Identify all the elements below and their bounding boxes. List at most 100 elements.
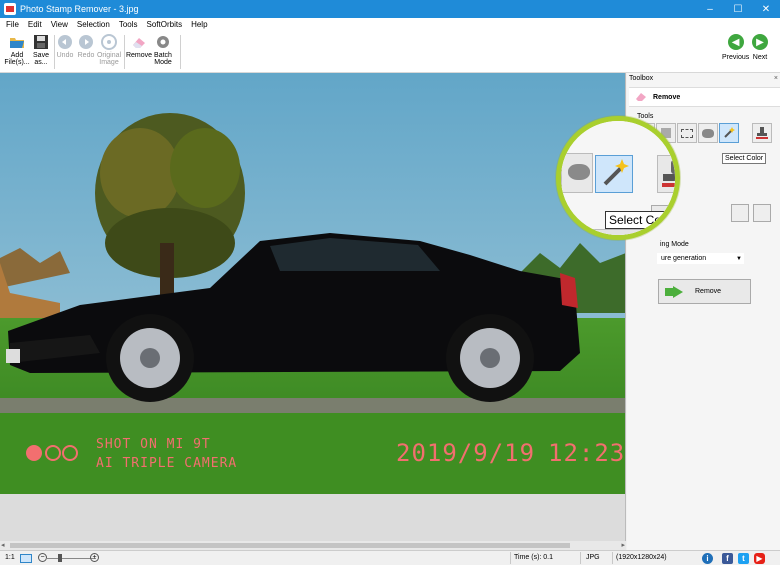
original-image-label: Original Image bbox=[96, 52, 122, 66]
remove-section-header[interactable]: Remove bbox=[629, 87, 780, 107]
rectangle-icon bbox=[681, 128, 693, 138]
photo-scene bbox=[0, 73, 625, 494]
toolbar-separator bbox=[124, 35, 125, 69]
remove-section-label: Remove bbox=[653, 93, 681, 101]
magnifier-callout: 0 Select Color bbox=[556, 116, 680, 240]
app-window: Photo Stamp Remover - 3.jpg – ☐ ✕ File E… bbox=[0, 0, 780, 565]
save-selection-button[interactable] bbox=[731, 204, 749, 222]
magnified-tooltip: Select Color bbox=[605, 211, 675, 229]
stamp-icon bbox=[756, 127, 768, 139]
save-as-button[interactable]: Save as... bbox=[28, 34, 54, 66]
previous-label: Previous bbox=[722, 54, 750, 61]
image-canvas[interactable]: SHOT ON MI 9T AI TRIPLE CAMERA 2019/9/19… bbox=[0, 73, 626, 550]
save-as-label: Save as... bbox=[33, 52, 49, 66]
toolbox-header: Toolbox × bbox=[627, 73, 780, 85]
menu-softorbits[interactable]: SoftOrbits bbox=[147, 20, 183, 29]
zoom-in-icon[interactable]: + bbox=[90, 553, 99, 562]
title-bar: Photo Stamp Remover - 3.jpg – ☐ ✕ bbox=[0, 0, 780, 18]
toolbar: Add File(s)... Save as... Undo Redo Orig… bbox=[0, 31, 780, 73]
window-title: Photo Stamp Remover - 3.jpg bbox=[20, 4, 139, 14]
remove-toolbar-label: Remove bbox=[125, 52, 153, 59]
toolbox-close-button[interactable]: × bbox=[774, 75, 778, 83]
menu-selection[interactable]: Selection bbox=[77, 20, 110, 29]
scroll-thumb[interactable] bbox=[10, 543, 570, 548]
status-divider bbox=[510, 552, 511, 564]
menu-help[interactable]: Help bbox=[191, 20, 207, 29]
magnified-select-color-tool bbox=[595, 155, 633, 193]
green-arrow-icon bbox=[665, 285, 683, 298]
original-image-icon bbox=[101, 34, 117, 50]
add-files-button[interactable]: Add File(s)... bbox=[4, 34, 30, 66]
previous-button[interactable]: ◀ Previous bbox=[722, 34, 749, 61]
load-selection-button[interactable] bbox=[753, 204, 771, 222]
select-color-tooltip: Select Color bbox=[722, 153, 767, 164]
redo-icon bbox=[79, 35, 93, 49]
menu-edit[interactable]: Edit bbox=[28, 20, 42, 29]
zoom-slider-knob[interactable] bbox=[58, 554, 62, 562]
fit-screen-icon[interactable] bbox=[20, 554, 32, 563]
lasso-icon bbox=[568, 164, 590, 180]
info-icon[interactable]: i bbox=[702, 553, 713, 564]
remove-toolbar-button[interactable]: Remove bbox=[126, 34, 152, 59]
app-icon bbox=[4, 3, 16, 15]
redo-label: Redo bbox=[77, 52, 95, 59]
menu-tools[interactable]: Tools bbox=[119, 20, 138, 29]
arrow-left-icon: ◀ bbox=[727, 34, 744, 50]
stamp-tool-button[interactable] bbox=[752, 123, 772, 143]
arrow-right-icon: ▶ bbox=[752, 34, 768, 50]
menu-bar: File Edit View Selection Tools SoftOrbit… bbox=[0, 18, 780, 31]
magic-wand-icon bbox=[603, 159, 629, 186]
batch-mode-button[interactable]: Batch Mode bbox=[150, 34, 176, 66]
next-label: Next bbox=[752, 54, 768, 61]
eraser-icon bbox=[133, 38, 145, 48]
status-divider bbox=[612, 552, 613, 564]
floppy-disk-icon bbox=[34, 35, 48, 49]
magnified-stamp-tool bbox=[657, 155, 675, 193]
toolbox-title: Toolbox bbox=[629, 75, 654, 82]
twitter-icon[interactable]: t bbox=[738, 553, 749, 564]
stamp-icon bbox=[662, 160, 675, 187]
image-dimensions: (1920x1280x24) bbox=[616, 554, 667, 561]
removing-mode-select[interactable]: ure generation ▼ bbox=[657, 253, 744, 264]
stamp-date: 2019/9/19 bbox=[396, 439, 536, 467]
youtube-icon[interactable]: ▶ bbox=[754, 553, 765, 564]
window-controls: – ☐ ✕ bbox=[696, 0, 780, 18]
zoom-slider-track[interactable] bbox=[46, 558, 96, 559]
lasso-tool-button[interactable] bbox=[698, 123, 718, 143]
facebook-icon[interactable]: f bbox=[722, 553, 733, 564]
processing-time: Time (s): 0.1 bbox=[514, 554, 554, 561]
rectangle-tool-button[interactable] bbox=[677, 123, 697, 143]
minimize-button[interactable]: – bbox=[696, 0, 724, 18]
folder-open-icon bbox=[10, 38, 24, 48]
remove-button[interactable]: Remove bbox=[658, 279, 751, 304]
original-image-button[interactable]: Original Image bbox=[96, 34, 122, 66]
stamp-line-2: AI TRIPLE CAMERA bbox=[96, 456, 238, 471]
stamp-line-1: SHOT ON MI 9T bbox=[96, 437, 211, 452]
undo-icon bbox=[58, 35, 72, 49]
close-button[interactable]: ✕ bbox=[752, 0, 780, 18]
removing-mode-value: ure generation bbox=[661, 255, 707, 262]
zoom-ratio[interactable]: 1:1 bbox=[5, 554, 15, 561]
scroll-left-icon[interactable]: ◂ bbox=[1, 541, 5, 549]
menu-file[interactable]: File bbox=[6, 20, 19, 29]
horizontal-scrollbar[interactable]: ◂ ▸ bbox=[0, 541, 626, 550]
undo-label: Undo bbox=[56, 52, 74, 59]
menu-view[interactable]: View bbox=[51, 20, 68, 29]
remove-button-label: Remove bbox=[695, 288, 722, 295]
stamp-time: 12:23 bbox=[548, 439, 626, 467]
chevron-down-icon: ▼ bbox=[736, 255, 742, 262]
status-divider bbox=[580, 552, 581, 564]
lasso-icon bbox=[702, 128, 714, 138]
next-button[interactable]: ▶ Next bbox=[752, 34, 768, 61]
toolbar-separator bbox=[180, 35, 181, 69]
gear-icon bbox=[157, 36, 169, 48]
scroll-right-icon[interactable]: ▸ bbox=[621, 541, 625, 549]
status-bar: 1:1 − + Time (s): 0.1 JPG (1920x1280x24)… bbox=[0, 550, 780, 565]
select-color-tool-button[interactable] bbox=[719, 123, 739, 143]
magnified-lasso-tool bbox=[561, 153, 593, 193]
maximize-button[interactable]: ☐ bbox=[724, 0, 752, 18]
stamp-dots bbox=[26, 445, 78, 461]
removing-mode-label: ing Mode bbox=[660, 241, 689, 248]
toolbox-action-row bbox=[731, 204, 775, 222]
add-files-label: Add File(s)... bbox=[4, 52, 30, 66]
